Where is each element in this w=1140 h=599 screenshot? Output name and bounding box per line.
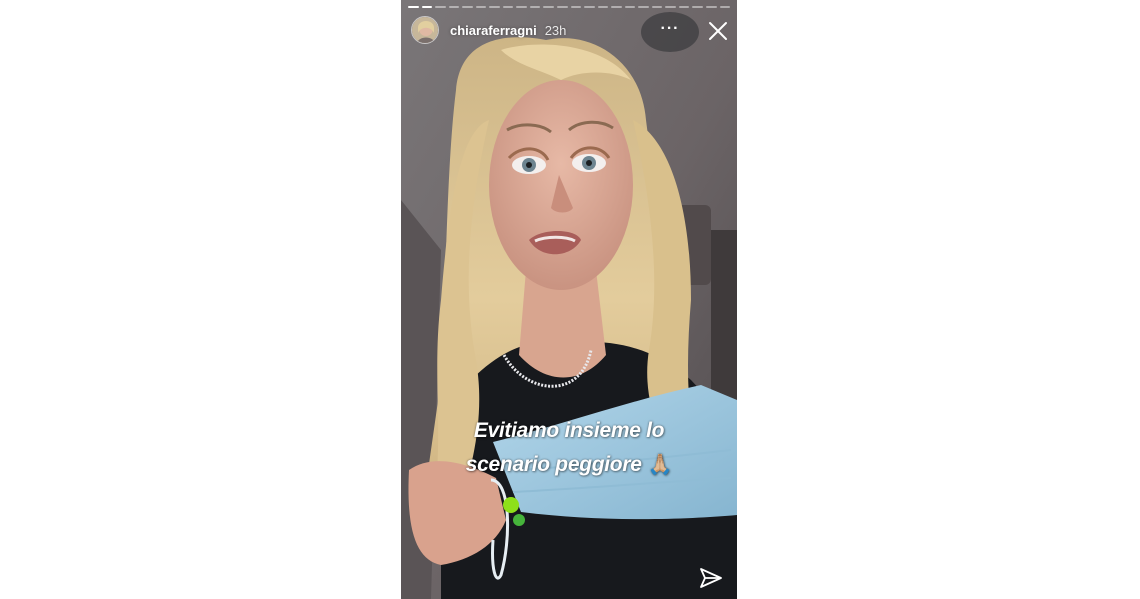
progress-segment (502, 6, 514, 8)
progress-segment (651, 6, 663, 8)
close-button[interactable] (707, 20, 729, 42)
story-progress-bar (408, 6, 731, 8)
progress-segment (719, 6, 731, 8)
progress-segment (584, 6, 595, 8)
progress-segment (529, 6, 541, 8)
send-icon (700, 568, 722, 588)
progress-segment (448, 6, 460, 8)
story-caption-line2: scenario peggiore 🙏🏼 (401, 448, 737, 482)
progress-segment (624, 6, 636, 8)
post-time: 23h (544, 22, 567, 38)
progress-segment (665, 6, 676, 8)
username[interactable]: chiaraferragni (450, 23, 537, 38)
progress-segment (638, 6, 649, 8)
story-header: chiaraferragni 23h (411, 15, 566, 45)
story-caption-line1: Evitiamo insieme lo (473, 419, 665, 442)
story-caption-text: scenario peggiore (465, 453, 642, 476)
progress-segment (570, 6, 582, 8)
story-viewer[interactable]: chiaraferragni 23h ··· Evitiamo insieme … (401, 0, 737, 599)
progress-segment (489, 6, 500, 8)
progress-segment (543, 6, 555, 8)
send-message-button[interactable] (699, 566, 723, 590)
progress-segment (421, 6, 433, 8)
progress-segment (597, 6, 609, 8)
profile-avatar[interactable] (411, 16, 439, 44)
progress-segment (692, 6, 704, 8)
progress-segment (475, 6, 487, 8)
more-options-icon: ··· (660, 20, 680, 37)
progress-segment (408, 6, 419, 8)
progress-segment (557, 6, 568, 8)
story-photo (401, 0, 737, 599)
praying-hands-emoji: 🙏🏼 (647, 454, 673, 476)
progress-segment (516, 6, 527, 8)
progress-segment (462, 6, 473, 8)
progress-segment (435, 6, 446, 8)
avatar-image (412, 17, 438, 43)
progress-segment (611, 6, 622, 8)
more-options-button[interactable]: ··· (641, 12, 699, 52)
progress-segment (706, 6, 717, 8)
progress-segment (678, 6, 690, 8)
close-icon (709, 22, 727, 40)
